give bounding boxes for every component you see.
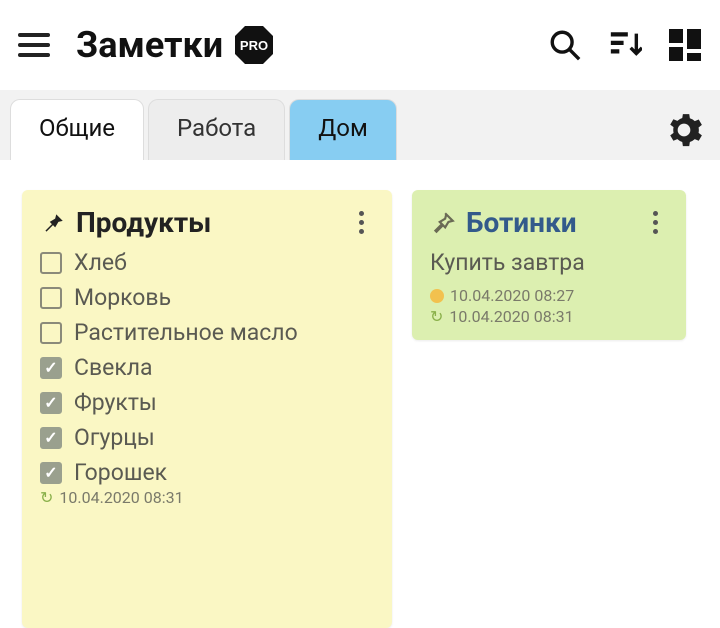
refresh-icon: ↻: [430, 309, 443, 325]
checkbox-unchecked-icon[interactable]: [40, 252, 62, 274]
notes-area: Продукты Хлеб Морковь Растительное масло Св…: [0, 160, 720, 628]
tab-general[interactable]: Общие: [10, 99, 144, 160]
checkbox-unchecked-icon[interactable]: [40, 287, 62, 309]
check-item-label: Фрукты: [74, 389, 157, 416]
note-title: Продукты: [76, 206, 211, 239]
reminder-time: 10.04.2020 08:27: [450, 286, 574, 305]
check-item[interactable]: Свекла: [40, 354, 374, 381]
pin-filled-icon: [40, 210, 66, 236]
tabs-row: Общие Работа Дом: [0, 90, 720, 160]
check-item-label: Морковь: [74, 284, 171, 311]
checkbox-checked-icon[interactable]: [40, 462, 62, 484]
sync-time: 10.04.2020 08:31: [449, 307, 573, 326]
tab-work[interactable]: Работа: [148, 99, 285, 160]
check-item-label: Хлеб: [74, 249, 127, 276]
svg-text:PRO: PRO: [240, 38, 268, 53]
tab-label: Работа: [177, 114, 256, 142]
tab-label: Общие: [39, 114, 115, 142]
note-sync-meta: ↻ 10.04.2020 08:31: [40, 488, 374, 507]
note-boots[interactable]: Ботинки Купить завтра 10.04.2020 08:27 ↻…: [412, 190, 686, 340]
checkbox-unchecked-icon[interactable]: [40, 322, 62, 344]
checkbox-checked-icon[interactable]: [40, 392, 62, 414]
check-item[interactable]: Горошек: [40, 459, 374, 486]
pin-outline-icon: [430, 210, 456, 236]
note-title: Ботинки: [466, 206, 577, 239]
note-sync-meta: ↻ 10.04.2020 08:31: [430, 307, 668, 326]
note-header: Продукты: [40, 206, 374, 239]
top-bar: Заметки PRO: [0, 0, 720, 90]
top-actions: [548, 28, 702, 62]
tab-home[interactable]: Дом: [289, 99, 397, 160]
pro-badge-icon: PRO: [233, 24, 275, 66]
tab-label: Дом: [318, 114, 368, 142]
menu-icon[interactable]: [18, 27, 54, 63]
check-item-label: Огурцы: [74, 424, 155, 451]
sync-time: 10.04.2020 08:31: [59, 488, 183, 507]
more-vert-icon[interactable]: [348, 210, 374, 236]
dashboard-view-icon[interactable]: [668, 28, 702, 62]
refresh-icon: ↻: [40, 490, 53, 506]
reminder-dot-icon: [430, 289, 444, 303]
check-item[interactable]: Огурцы: [40, 424, 374, 451]
check-item-label: Растительное масло: [74, 319, 298, 346]
checkbox-checked-icon[interactable]: [40, 357, 62, 379]
check-item[interactable]: Фрукты: [40, 389, 374, 416]
app-title-text: Заметки: [76, 24, 223, 66]
search-icon[interactable]: [548, 28, 582, 62]
gear-icon[interactable]: [662, 108, 706, 152]
note-body: Купить завтра: [430, 249, 668, 276]
checkbox-checked-icon[interactable]: [40, 427, 62, 449]
check-item[interactable]: Хлеб: [40, 249, 374, 276]
note-products[interactable]: Продукты Хлеб Морковь Растительное масло Св…: [22, 190, 392, 628]
sort-icon[interactable]: [608, 28, 642, 62]
check-item[interactable]: Растительное масло: [40, 319, 374, 346]
check-item[interactable]: Морковь: [40, 284, 374, 311]
note-reminder-meta: 10.04.2020 08:27: [430, 286, 668, 305]
check-item-label: Свекла: [74, 354, 153, 381]
check-item-label: Горошек: [74, 459, 167, 486]
note-header: Ботинки: [430, 206, 668, 239]
app-title: Заметки PRO: [76, 24, 275, 66]
checklist: Хлеб Морковь Растительное масло Свекла Фрукт…: [40, 249, 374, 486]
more-vert-icon[interactable]: [642, 210, 668, 236]
